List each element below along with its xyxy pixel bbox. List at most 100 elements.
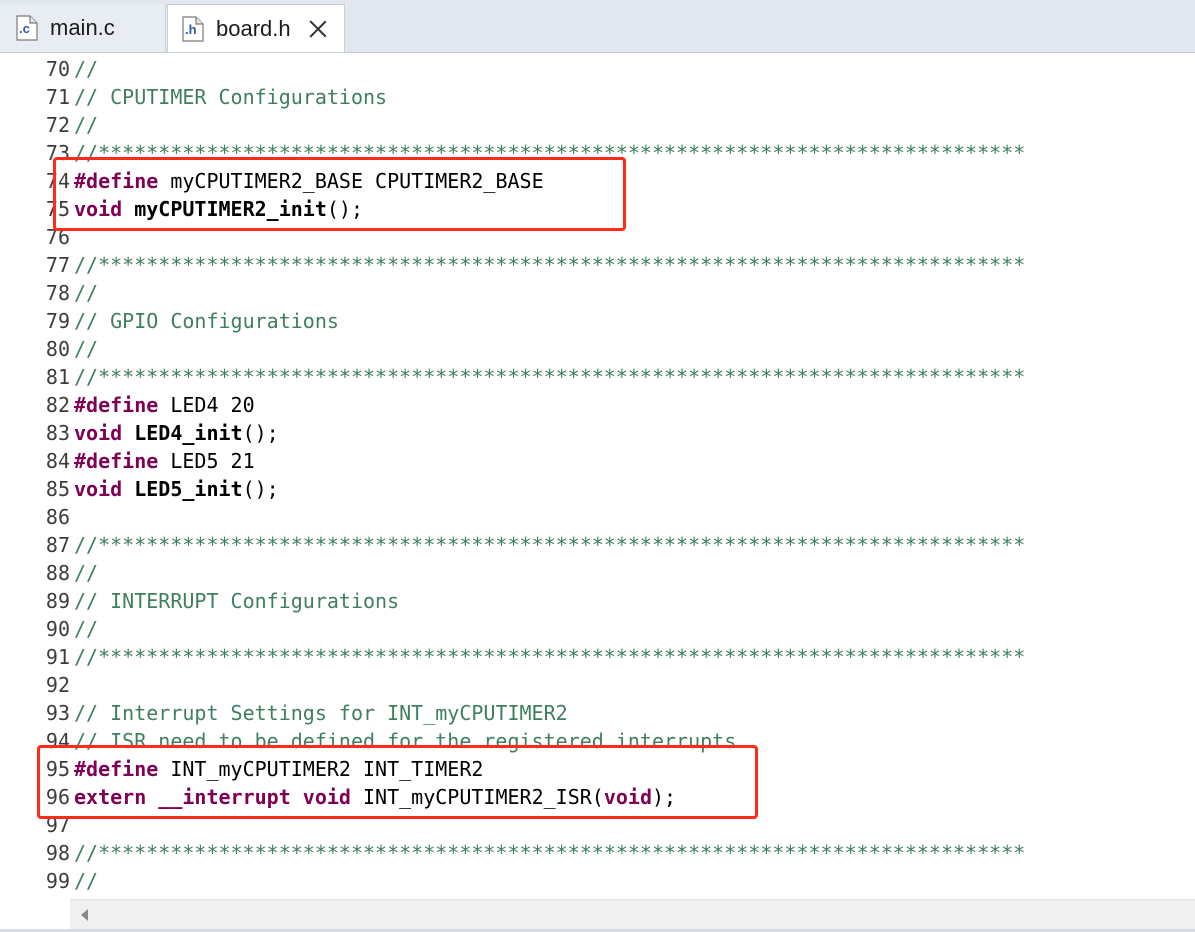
code-token: //**************************************…	[74, 365, 1026, 389]
code-line[interactable]: 91//************************************…	[0, 643, 1195, 671]
code-text: extern __interrupt void INT_myCPUTIMER2_…	[74, 783, 676, 811]
code-line[interactable]: 74 #define myCPUTIMER2_BASE CPUTIMER2_BAS…	[0, 167, 1195, 195]
code-token: void	[74, 421, 123, 445]
code-text: // CPUTIMER Configurations	[74, 83, 387, 111]
code-token: //	[74, 561, 99, 585]
code-text: #define INT_myCPUTIMER2 INT_TIMER2	[74, 755, 483, 783]
scroll-left-arrow-icon[interactable]	[81, 909, 88, 921]
code-line[interactable]: 89// INTERRUPT Configurations	[0, 587, 1195, 615]
code-token: //**************************************…	[74, 141, 1026, 165]
code-line[interactable]: 87//************************************…	[0, 531, 1195, 559]
horizontal-scrollbar[interactable]	[70, 899, 1195, 930]
line-number: 70	[45, 57, 70, 81]
code-token: void	[74, 477, 123, 501]
code-line[interactable]: 96 extern __interrupt void INT_myCPUTIMER…	[0, 783, 1195, 811]
code-line[interactable]: 85 void LED5_init();	[0, 475, 1195, 503]
line-number: 80	[45, 337, 70, 361]
code-token: myCPUTIMER2_init	[134, 197, 327, 221]
code-text: //**************************************…	[74, 643, 1025, 671]
code-line[interactable]: 94// ISR need to be defined for the regi…	[0, 727, 1195, 755]
code-line[interactable]: 76	[0, 223, 1195, 251]
code-line[interactable]: 86	[0, 503, 1195, 531]
code-token: ();	[242, 477, 279, 501]
code-text: void LED5_init();	[74, 475, 279, 503]
code-token: //	[74, 113, 99, 137]
line-number: 99	[45, 869, 70, 893]
code-line[interactable]: 75 void myCPUTIMER2_init();	[0, 195, 1195, 223]
line-number: 83	[45, 421, 70, 445]
tab-main-c[interactable]: .c main.c	[0, 4, 166, 52]
code-token: myCPUTIMER2_BASE CPUTIMER2_BASE	[158, 169, 544, 193]
code-token: ();	[326, 197, 363, 221]
line-number: 93	[45, 701, 70, 725]
h-file-icon: .h	[182, 15, 204, 42]
code-line[interactable]: 73//************************************…	[0, 139, 1195, 167]
code-text: #define myCPUTIMER2_BASE CPUTIMER2_BASE	[74, 167, 544, 195]
code-line[interactable]: 98//************************************…	[0, 839, 1195, 867]
code-line[interactable]: 93// Interrupt Settings for INT_myCPUTIM…	[0, 699, 1195, 727]
code-text: void LED4_init();	[74, 419, 279, 447]
code-text: //	[74, 111, 98, 139]
code-line[interactable]: 82 #define LED4 20	[0, 391, 1195, 419]
c-file-icon-label: .c	[19, 21, 30, 36]
code-text: // GPIO Configurations	[74, 307, 339, 335]
line-number: 90	[45, 617, 70, 641]
code-line[interactable]: 88//	[0, 559, 1195, 587]
code-line[interactable]: 99//	[0, 867, 1195, 895]
code-line[interactable]: 90//	[0, 615, 1195, 643]
code-line[interactable]: 80//	[0, 335, 1195, 363]
line-number: 71	[45, 85, 70, 109]
code-line[interactable]: 77//************************************…	[0, 251, 1195, 279]
code-token: // CPUTIMER Configurations	[74, 85, 388, 109]
code-text: //**************************************…	[74, 251, 1025, 279]
line-number: 91	[45, 645, 70, 669]
line-number: 94	[45, 729, 70, 753]
code-line[interactable]: 78//	[0, 279, 1195, 307]
code-line[interactable]: 71// CPUTIMER Configurations	[0, 83, 1195, 111]
code-text: //**************************************…	[74, 363, 1025, 391]
code-text: #define LED5 21	[74, 447, 255, 475]
code-line[interactable]: 81//************************************…	[0, 363, 1195, 391]
line-number: 81	[45, 365, 70, 389]
code-line[interactable]: 84 #define LED5 21	[0, 447, 1195, 475]
code-token: INT_myCPUTIMER2 INT_TIMER2	[158, 757, 484, 781]
line-number: 72	[45, 113, 70, 137]
code-line[interactable]: 95 #define INT_myCPUTIMER2 INT_TIMER2	[0, 755, 1195, 783]
line-number: 84	[45, 449, 70, 473]
line-number: 82	[45, 393, 70, 417]
code-token: //	[74, 617, 99, 641]
code-line[interactable]: 72//	[0, 111, 1195, 139]
tab-board-h[interactable]: .h board.h	[167, 4, 345, 52]
c-file-icon: .c	[16, 15, 38, 41]
line-number: 97	[45, 813, 70, 837]
code-line[interactable]: 83 void LED4_init();	[0, 419, 1195, 447]
code-line[interactable]: 92	[0, 671, 1195, 699]
code-text: // ISR need to be defined for the regist…	[74, 727, 736, 755]
editor-tab-bar: .c main.c .h board.h	[0, 0, 1195, 53]
line-number: 73	[45, 141, 70, 165]
code-line[interactable]: 70//	[0, 55, 1195, 83]
code-token: // GPIO Configurations	[74, 309, 339, 333]
line-number: 86	[45, 505, 70, 529]
code-text: //**************************************…	[74, 531, 1025, 559]
code-text: //	[74, 867, 98, 895]
code-line[interactable]: 79// GPIO Configurations	[0, 307, 1195, 335]
code-token: void	[302, 785, 351, 809]
code-token: //**************************************…	[74, 645, 1026, 669]
code-token: //	[74, 869, 99, 893]
code-token: __interrupt	[158, 785, 291, 809]
line-number: 75	[45, 197, 70, 221]
code-text: //**************************************…	[74, 139, 1025, 167]
line-number: 89	[45, 589, 70, 613]
code-editor[interactable]: 70//71// CPUTIMER Configurations 72//73//…	[0, 53, 1195, 899]
code-token: //**************************************…	[74, 533, 1026, 557]
code-text: // Interrupt Settings for INT_myCPUTIMER…	[74, 699, 568, 727]
code-line[interactable]: 97	[0, 811, 1195, 839]
code-text: void myCPUTIMER2_init();	[74, 195, 363, 223]
code-token: LED4_init	[134, 421, 243, 445]
close-icon[interactable]	[309, 20, 327, 38]
